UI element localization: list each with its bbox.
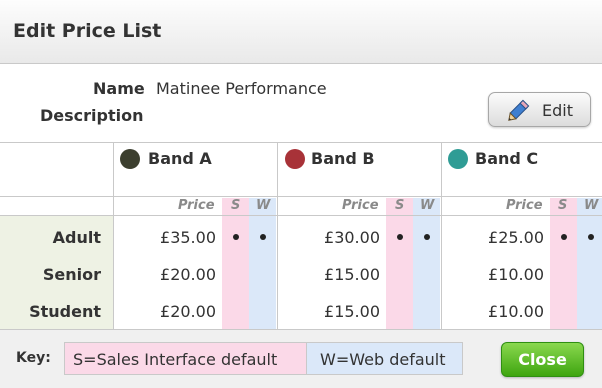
band-a-name: Band A — [148, 149, 212, 168]
dialog-footer: Key: S=Sales Interface default W=Web def… — [0, 329, 602, 388]
close-button[interactable]: Close — [501, 342, 584, 377]
name-label: Name — [93, 79, 145, 98]
band-a-sales-column — [222, 198, 249, 329]
key-web-legend: W=Web default — [307, 342, 463, 375]
price-student-band-a: £20.00 — [160, 302, 216, 321]
price-adult-band-c: £25.00 — [488, 228, 544, 247]
key-sales-legend: S=Sales Interface default — [64, 342, 307, 375]
col-divider-c — [441, 142, 442, 329]
grid-top-border — [0, 142, 602, 143]
band-b-sales-column — [386, 198, 413, 329]
col-divider-a — [113, 142, 114, 329]
pencil-icon — [508, 99, 530, 121]
key-label: Key: — [16, 350, 51, 366]
subheader-divider — [0, 215, 602, 216]
dialog-title: Edit Price List — [13, 20, 162, 42]
band-a-web-column — [249, 198, 276, 329]
key-sales-text: S=Sales Interface default — [73, 350, 278, 369]
row-label-senior: Senior — [42, 265, 101, 284]
band-c-sales-column — [550, 198, 577, 329]
row-label-student: Student — [29, 302, 101, 321]
description-label: Description — [40, 106, 144, 125]
band-c-s-header: S — [558, 198, 568, 213]
band-a-w-header: W — [256, 198, 271, 213]
band-b-color-dot — [285, 149, 305, 169]
band-c-price-header: Price — [506, 198, 543, 213]
row-label-adult: Adult — [52, 228, 101, 247]
price-adult-band-b: £30.00 — [324, 228, 380, 247]
price-student-band-b: £15.00 — [324, 302, 380, 321]
band-a-color-dot — [120, 149, 140, 169]
band-b-price-header: Price — [342, 198, 379, 213]
band-b-name: Band B — [311, 149, 375, 168]
band-a-price-header: Price — [178, 198, 215, 213]
row-labels: Adult Senior Student — [0, 216, 113, 329]
adult-band-b-sales-default-marker — [397, 234, 403, 240]
price-senior-band-c: £10.00 — [488, 265, 544, 284]
col-divider-b — [277, 142, 278, 329]
price-student-band-c: £10.00 — [488, 302, 544, 321]
name-value: Matinee Performance — [156, 79, 327, 98]
adult-band-c-web-default-marker — [588, 234, 594, 240]
key-web-text: W=Web default — [320, 350, 446, 369]
price-senior-band-a: £20.00 — [160, 265, 216, 284]
band-c-w-header: W — [584, 198, 599, 213]
header-divider — [0, 196, 602, 197]
adult-band-a-sales-default-marker — [233, 234, 239, 240]
price-adult-band-a: £35.00 — [160, 228, 216, 247]
dialog-header: Edit Price List — [0, 0, 602, 64]
price-grid: Adult Senior Student Band A Band B Band … — [0, 142, 602, 329]
band-b-web-column — [413, 198, 440, 329]
adult-band-b-web-default-marker — [424, 234, 430, 240]
band-a-s-header: S — [231, 198, 241, 213]
band-c-name: Band C — [475, 149, 539, 168]
band-c-web-column — [577, 198, 602, 329]
band-b-s-header: S — [395, 198, 405, 213]
adult-band-c-sales-default-marker — [561, 234, 567, 240]
edit-button-label: Edit — [542, 101, 573, 120]
band-b-w-header: W — [420, 198, 435, 213]
adult-band-a-web-default-marker — [260, 234, 266, 240]
price-senior-band-b: £15.00 — [324, 265, 380, 284]
band-c-color-dot — [448, 149, 468, 169]
edit-button[interactable]: Edit — [488, 92, 591, 127]
